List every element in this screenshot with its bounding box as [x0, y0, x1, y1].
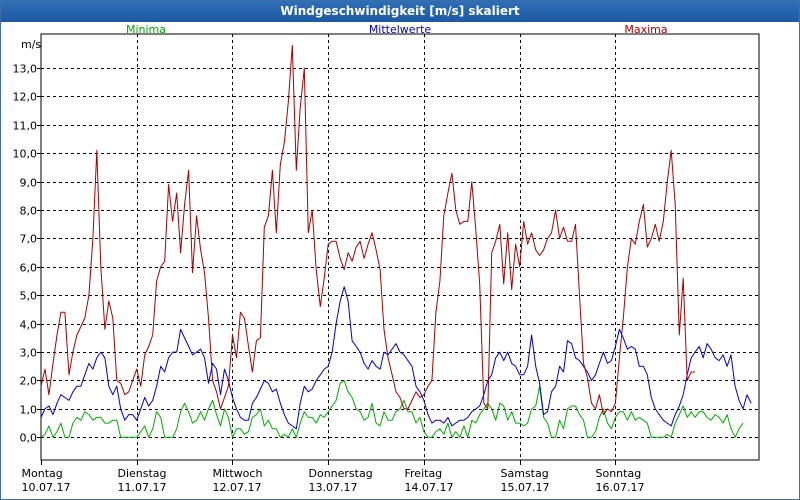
y-tick-label: 0,0	[20, 432, 38, 445]
y-tick-label: 1,0	[20, 404, 38, 417]
y-tick-label: 2,0	[20, 375, 38, 388]
chart-window: Windgeschwindigkeit [m/s] skaliert 0,0 1,…	[0, 0, 800, 500]
x-tick-label-date: 16.07.17	[596, 481, 645, 494]
y-tick-label: 12,0	[13, 91, 38, 104]
x-tick-label-day: Samstag	[501, 467, 549, 480]
y-tick-label: 5,0	[20, 290, 38, 303]
legend-mittelwerte: Mittelwerte	[369, 23, 432, 36]
y-tick-label: 8,0	[20, 205, 38, 218]
legend-minima: Minima	[126, 23, 166, 36]
series-line-maxima	[40, 44, 696, 416]
x-tick-label-day: Dienstag	[118, 467, 167, 480]
y-tick-label: 13,0	[13, 63, 38, 76]
series-line-mittelwerte	[40, 286, 752, 430]
y-tick-label: 9,0	[20, 177, 38, 190]
y-tick-label: 11,0	[13, 120, 38, 133]
x-tick-label-date: 11.07.17	[118, 481, 167, 494]
y-tick-label: 3,0	[20, 347, 38, 360]
x-tick-label-date: 14.07.17	[405, 481, 454, 494]
series-line-minima	[40, 380, 744, 438]
x-tick-label-date: 13.07.17	[309, 481, 358, 494]
x-tick-label-day: Montag	[22, 467, 63, 480]
y-tick-label: 10,0	[13, 148, 38, 161]
axes	[37, 33, 760, 465]
y-tick-label: 4,0	[20, 319, 38, 332]
x-tick-label-day: Mittwoch	[213, 467, 263, 480]
y-tick-label: 7,0	[20, 233, 38, 246]
legend-maxima: Maxima	[624, 23, 667, 36]
x-tick-label-date: 10.07.17	[22, 481, 71, 494]
x-tick-label-date: 12.07.17	[213, 481, 262, 494]
x-tick-label-day: Sonntag	[596, 467, 642, 480]
x-tick-label-day: Freitag	[405, 467, 443, 480]
wind-speed-chart: 0,0 1,0 2,0 3,0 4,0 5,0 6,0 7,0 8,0 9,0 10,0 11,0 12…	[13, 23, 760, 494]
y-tick-label: 6,0	[20, 262, 38, 275]
x-tick-label-day: Donnerstag	[309, 467, 373, 480]
x-tick-label-date: 15.07.17	[501, 481, 550, 494]
chart-title: Windgeschwindigkeit [m/s] skaliert	[1, 1, 799, 22]
y-axis-label: m/s	[21, 38, 41, 51]
series-lines	[40, 44, 752, 438]
